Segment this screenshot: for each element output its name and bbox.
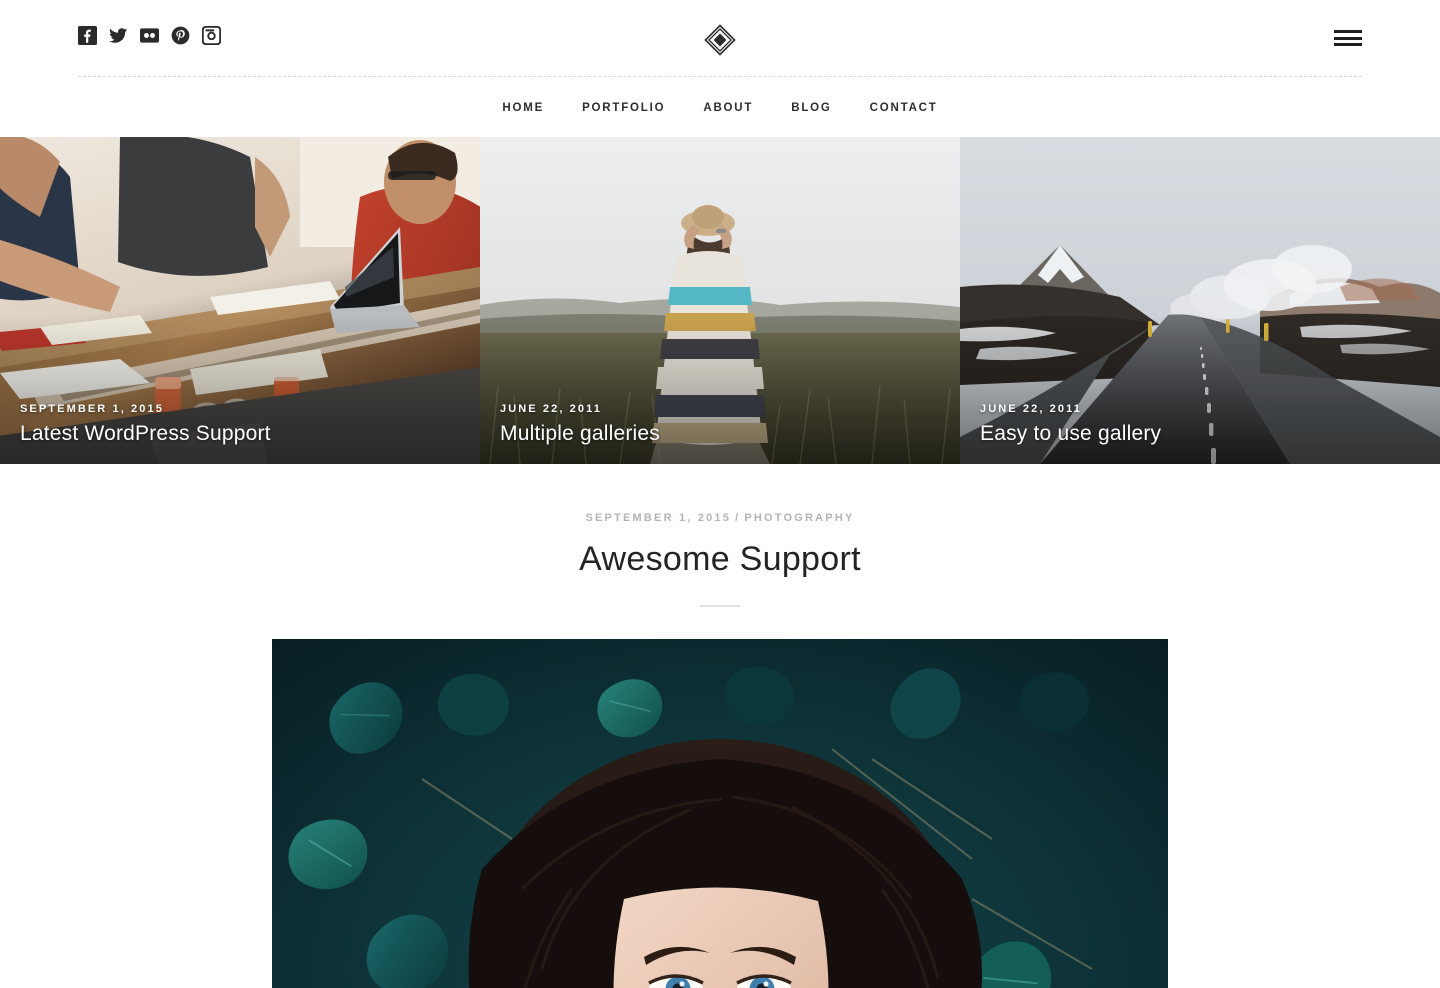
nav-item-about[interactable]: ABOUT	[703, 102, 753, 114]
site-header	[0, 0, 1440, 78]
slide-1-title[interactable]: Latest WordPress Support	[20, 422, 271, 446]
hamburger-bar-1	[1334, 30, 1362, 33]
slide-2-title[interactable]: Multiple galleries	[500, 422, 660, 446]
slide-2-date: JUNE 22, 2011	[500, 403, 602, 415]
main-navigation: HOME PORTFOLIO ABOUT BLOG CONTACT	[0, 78, 1440, 137]
featured-slider: SEPTEMBER 1, 2015 Latest WordPress Suppo…	[0, 137, 1440, 464]
twitter-icon[interactable]	[109, 26, 128, 45]
site-logo[interactable]	[704, 24, 736, 56]
slider-item-2[interactable]: JUNE 22, 2011 Multiple galleries	[480, 137, 960, 464]
slide-3-date: JUNE 22, 2011	[980, 403, 1082, 415]
hamburger-bar-3	[1334, 43, 1362, 46]
slide-2-caption: JUNE 22, 2011 Multiple galleries	[500, 403, 660, 446]
post-title-divider	[700, 605, 740, 607]
header-dashed-divider	[78, 76, 1362, 77]
post-meta-separator: /	[735, 512, 741, 524]
post-meta: SEPTEMBER 1, 2015 /PHOTOGRAPHY	[0, 512, 1440, 524]
social-links	[78, 26, 221, 45]
slide-1-date: SEPTEMBER 1, 2015	[20, 403, 164, 415]
menu-toggle-icon[interactable]	[1334, 28, 1362, 48]
flickr-icon[interactable]	[140, 26, 159, 45]
slide-3-title[interactable]: Easy to use gallery	[980, 422, 1161, 446]
nav-item-portfolio[interactable]: PORTFOLIO	[582, 102, 665, 114]
post-date[interactable]: SEPTEMBER 1, 2015	[585, 512, 731, 524]
slide-1-caption: SEPTEMBER 1, 2015 Latest WordPress Suppo…	[20, 403, 271, 446]
post-featured-image[interactable]	[272, 639, 1168, 988]
post-title[interactable]: Awesome Support	[0, 540, 1440, 579]
post-image-graphic	[272, 639, 1168, 988]
nav-item-home[interactable]: HOME	[502, 102, 544, 114]
hamburger-bar-2	[1334, 36, 1362, 40]
facebook-icon[interactable]	[78, 26, 97, 45]
slide-3-caption: JUNE 22, 2011 Easy to use gallery	[980, 403, 1161, 446]
slider-item-1[interactable]: SEPTEMBER 1, 2015 Latest WordPress Suppo…	[0, 137, 480, 464]
post-category[interactable]: PHOTOGRAPHY	[744, 512, 854, 524]
nav-item-blog[interactable]: BLOG	[791, 102, 831, 114]
slider-item-3[interactable]: JUNE 22, 2011 Easy to use gallery	[960, 137, 1440, 464]
featured-post: SEPTEMBER 1, 2015 /PHOTOGRAPHY Awesome Su…	[0, 464, 1440, 988]
instagram-icon[interactable]	[202, 26, 221, 45]
nav-item-contact[interactable]: CONTACT	[870, 102, 938, 114]
pinterest-icon[interactable]	[171, 26, 190, 45]
